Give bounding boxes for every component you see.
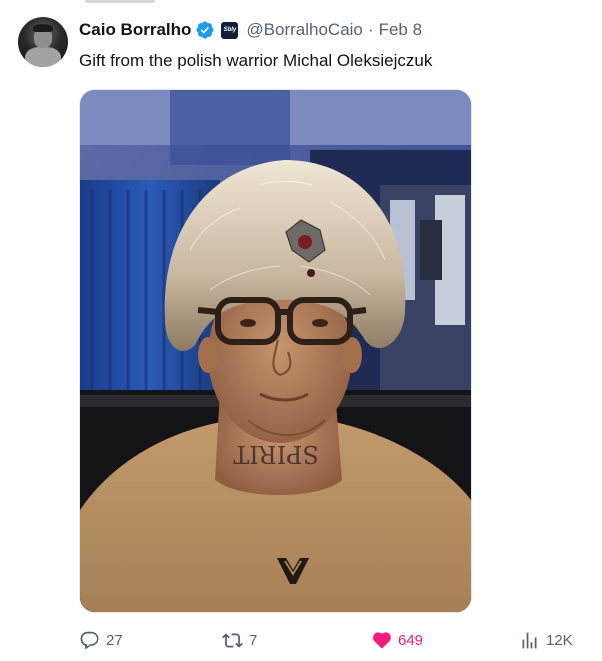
affiliate-badge[interactable]: Sbly: [221, 21, 239, 39]
reply-count: 27: [106, 631, 123, 649]
verified-icon[interactable]: [195, 20, 215, 40]
reply-button[interactable]: 27: [79, 627, 123, 653]
tweet-header: Caio Borralho Sbly @BorralhoCaio · Feb 8: [79, 18, 422, 42]
repost-icon: [222, 632, 243, 648]
separator-dot: ·: [367, 20, 374, 39]
views-count: 12K: [546, 631, 573, 649]
reply-icon: [80, 631, 99, 649]
repost-count: 7: [249, 631, 258, 649]
avatar[interactable]: [18, 17, 68, 67]
author-handle[interactable]: @BorralhoCaio: [246, 20, 362, 40]
like-button[interactable]: 649: [371, 627, 423, 653]
tweet-date[interactable]: Feb 8: [379, 20, 422, 40]
tweet-image[interactable]: SPIRIT: [79, 89, 472, 613]
tweet-actions: 27 7 649 12K: [0, 627, 602, 653]
views-icon: [522, 632, 537, 648]
scroll-indicator: [85, 0, 155, 3]
tweet-text: Gift from the polish warrior Michal Olek…: [79, 51, 433, 70]
author-name[interactable]: Caio Borralho: [79, 20, 191, 40]
neck-tattoo: SPIRIT: [233, 440, 319, 468]
repost-button[interactable]: 7: [222, 627, 257, 653]
like-icon: [373, 631, 391, 648]
like-count: 649: [398, 631, 424, 649]
views-button[interactable]: 12K: [519, 627, 573, 653]
